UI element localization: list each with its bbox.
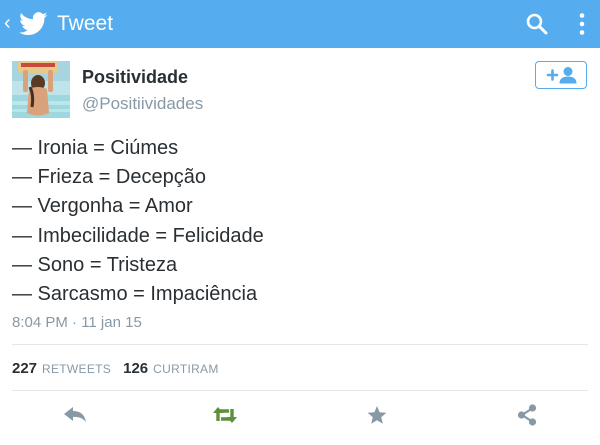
divider [12, 344, 588, 345]
reply-icon[interactable] [62, 403, 88, 427]
share-icon[interactable] [514, 403, 540, 427]
search-icon[interactable] [526, 13, 548, 35]
back-chevron-icon[interactable]: ‹ [4, 11, 11, 35]
retweets-count[interactable]: 227 [12, 360, 37, 377]
tweet-timestamp: 8:04 PM · 11 jan 15 [12, 314, 142, 331]
tweet-line: — Vergonha = Amor [12, 195, 193, 218]
retweets-label[interactable]: RETWEETS [42, 362, 111, 376]
tweet-line: — Imbecilidade = Felicidade [12, 224, 264, 247]
avatar[interactable] [12, 61, 70, 118]
page-title: Tweet [57, 12, 114, 35]
tweet-line: — Frieza = Decepção [12, 166, 206, 189]
likes-count[interactable]: 126 [123, 360, 148, 377]
author-handle[interactable]: @Positiividades [82, 94, 203, 114]
tweet-line: — Sono = Tristeza [12, 253, 178, 276]
divider [12, 390, 588, 391]
author-name[interactable]: Positividade [82, 66, 188, 88]
add-user-icon [546, 67, 577, 84]
retweet-icon[interactable] [212, 403, 238, 427]
tweet-line: — Ironia = Ciúmes [12, 137, 179, 159]
top-app-bar: ‹ Tweet [0, 0, 600, 48]
likes-label[interactable]: CURTIRAM [153, 362, 219, 376]
tweet-stats: 227 RETWEETS 126 CURTIRAM [12, 359, 219, 379]
favorite-icon[interactable] [364, 403, 390, 427]
overflow-menu-icon[interactable] [579, 12, 585, 36]
twitter-bird-icon[interactable] [19, 12, 48, 36]
tweet-text: — Ironia = Ciúmes — Frieza = Decepção — … [12, 134, 588, 309]
follow-button[interactable] [535, 61, 587, 89]
tweet-line: — Sarcasmo = Impaciência [12, 283, 258, 306]
